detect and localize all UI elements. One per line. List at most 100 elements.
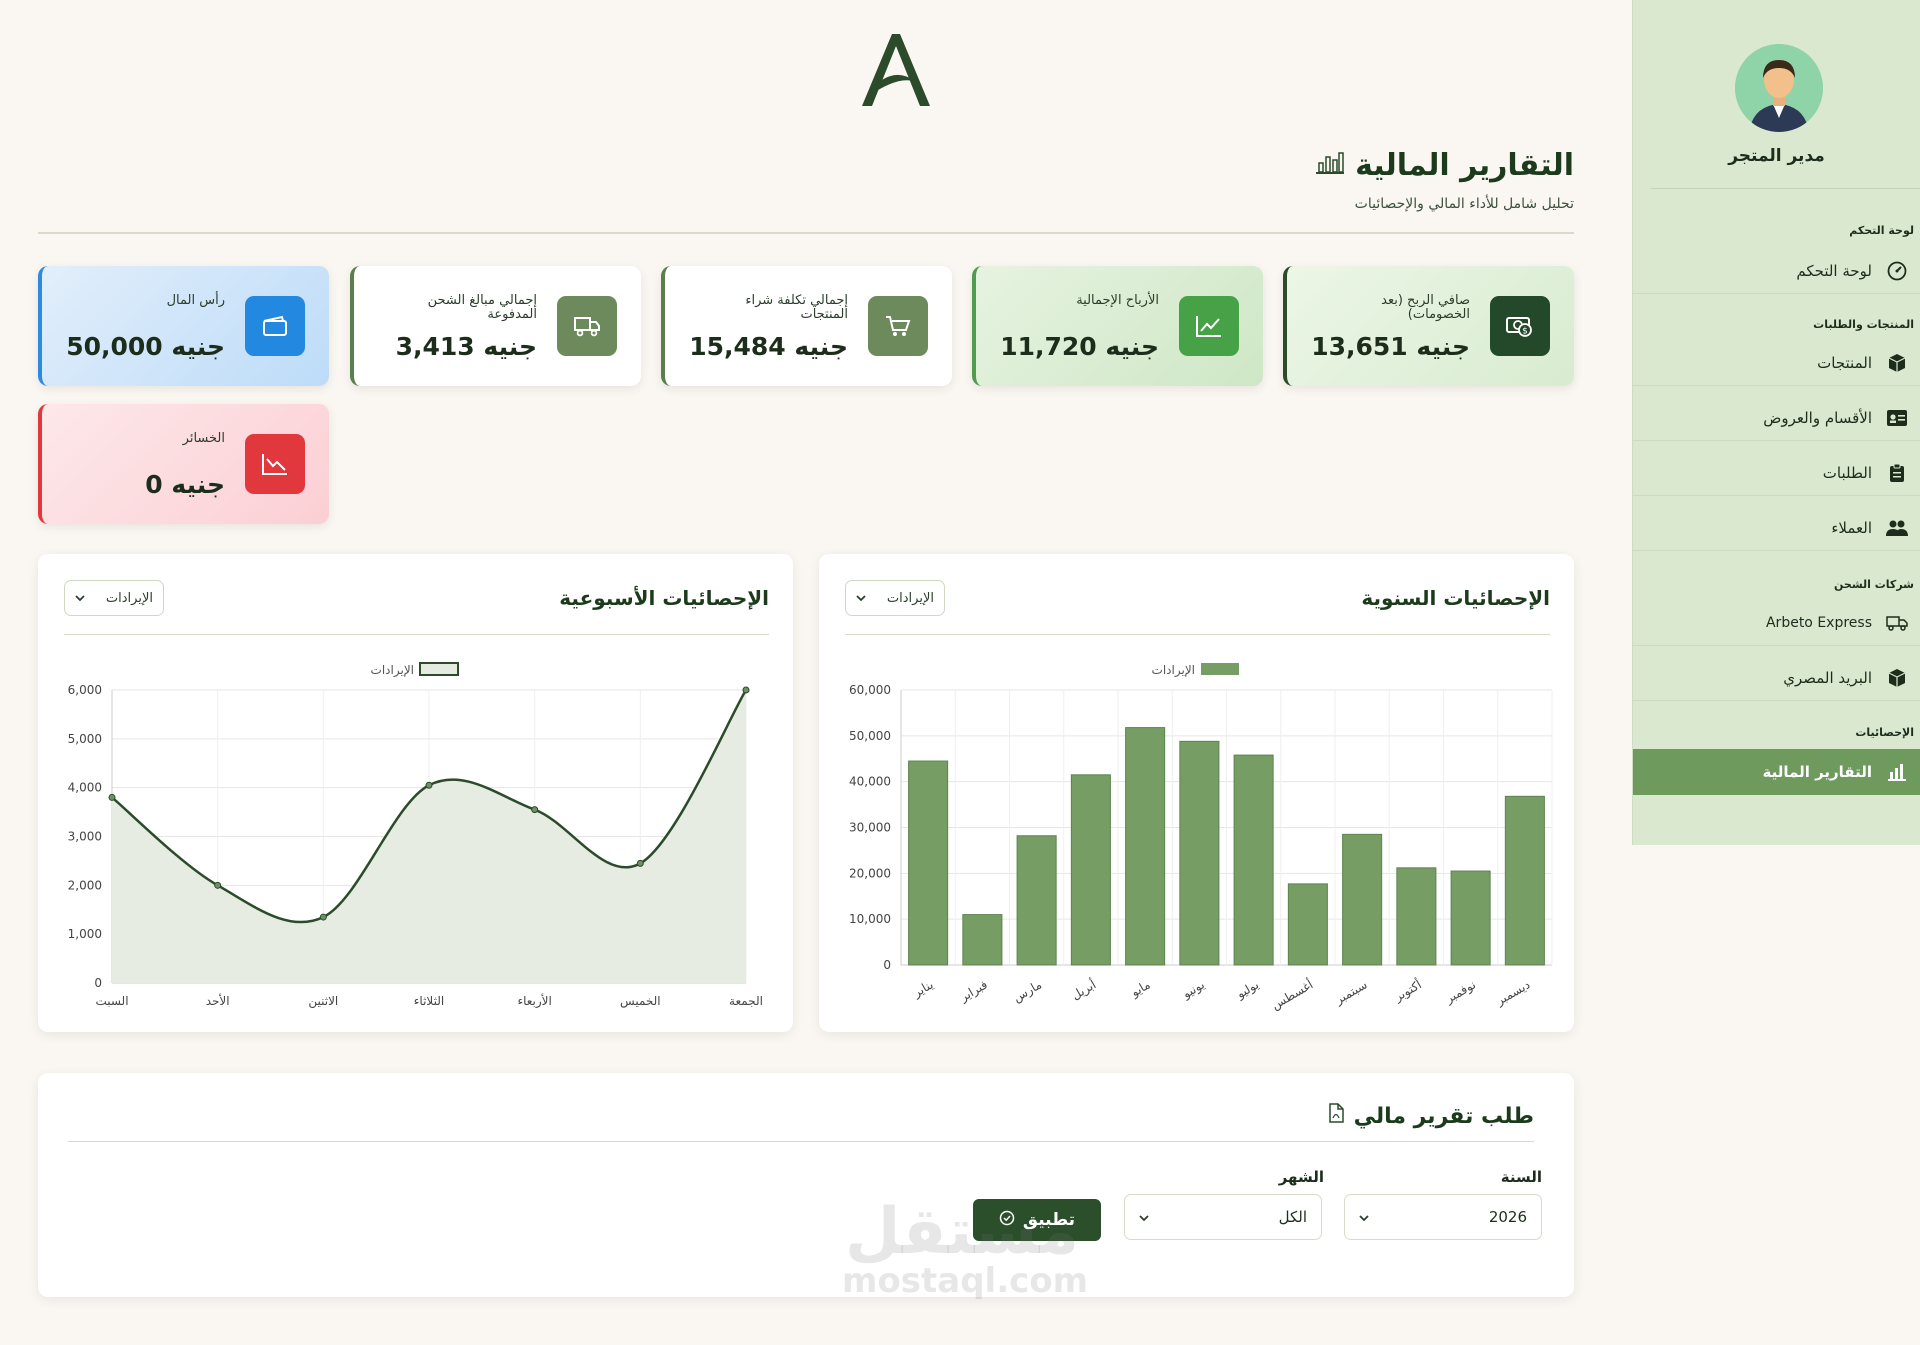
data-point-السبت bbox=[108, 793, 116, 801]
data-point-الخميس bbox=[636, 859, 644, 867]
legend-label: الإيرادات bbox=[1152, 663, 1195, 678]
sidebar-item-label: التقارير المالية bbox=[1762, 763, 1872, 781]
sidebar-item-products[interactable]: المنتجات bbox=[1633, 340, 1920, 386]
x-tick-label: الجمعة bbox=[729, 994, 763, 1008]
y-tick-label: 20,000 bbox=[849, 866, 891, 880]
y-tick-label: 6,000 bbox=[68, 683, 102, 697]
year-label: السنة bbox=[1500, 1168, 1542, 1186]
y-tick-label: 60,000 bbox=[849, 683, 891, 697]
bar-فبراير bbox=[962, 914, 1003, 966]
stat-card-net-profit: $ صافي الربح (بعد الخصومات) 13,651 جنيه bbox=[1283, 266, 1574, 386]
report-title-text: طلب تقرير مالي bbox=[1353, 1103, 1534, 1129]
data-point-الجمعة bbox=[742, 686, 750, 694]
chevron-down-icon bbox=[856, 591, 866, 606]
bar-يناير bbox=[908, 760, 949, 966]
data-point-الاثنين bbox=[319, 913, 327, 921]
cart-icon bbox=[868, 296, 928, 356]
chart-legend: الإيرادات bbox=[371, 662, 459, 678]
y-tick-label: 50,000 bbox=[849, 729, 891, 743]
sidebar-item-egypt-post[interactable]: البريد المصري bbox=[1633, 655, 1920, 701]
sidebar-item-label: المنتجات bbox=[1817, 353, 1872, 372]
stat-card-value: 50,000 جنيه bbox=[66, 332, 225, 361]
month-label: الشهر bbox=[1278, 1168, 1324, 1186]
legend-swatch bbox=[419, 662, 459, 676]
watermark: مستقل mostaql.com bbox=[842, 1200, 1089, 1301]
x-tick-label: فبراير bbox=[957, 977, 991, 1005]
stat-card-label: الخسائر bbox=[182, 431, 225, 446]
month-value: الكل bbox=[1278, 1208, 1307, 1226]
bar-أغسطس bbox=[1287, 883, 1328, 966]
user-avatar[interactable] bbox=[1735, 44, 1823, 132]
sidebar-item-label: الأقسام والعروض bbox=[1763, 408, 1872, 427]
bar-chart-icon bbox=[1315, 148, 1345, 183]
page-title: التقارير المالية bbox=[1315, 148, 1574, 183]
stat-card-label: إجمالي مبالغ الشحن المدفوعة bbox=[427, 293, 537, 322]
yearly-stats-panel: الإحصائيات السنوية الإيرادات 0 10,000 20,0… bbox=[819, 554, 1574, 1032]
data-point-الثلاثاء bbox=[425, 781, 433, 789]
x-tick-label: أكتوبر bbox=[1391, 977, 1425, 1006]
x-tick-label: ديسمبر bbox=[1493, 977, 1533, 1009]
weekly-area-chart: 0 1,000 2,000 3,000 4,000 5,000 6,000 السبت الأح… bbox=[68, 662, 763, 1009]
yearly-bar-chart: 0 10,000 20,000 30,000 40,000 50,000 60,000 ينا… bbox=[849, 663, 1553, 1014]
y-tick-label: 0 bbox=[94, 976, 102, 990]
stat-card-value: 11,720 جنيه bbox=[1000, 332, 1159, 361]
report-divider bbox=[68, 1141, 1534, 1142]
stat-card-capital: رأس المال 50,000 جنيه bbox=[38, 266, 329, 386]
stat-card-shipping-total: إجمالي مبالغ الشحن المدفوعة 3,413 جنيه bbox=[350, 266, 641, 386]
chevron-down-icon bbox=[75, 591, 85, 606]
clipboard-icon bbox=[1884, 460, 1910, 486]
x-tick-label: نوفمبر bbox=[1442, 977, 1478, 1007]
weekly-stats-panel: الإحصائيات الأسبوعية الإيرادات 0 1,000 2,0… bbox=[38, 554, 793, 1032]
weekly-metric-select[interactable]: الإيرادات bbox=[64, 580, 164, 616]
x-tick-label: سبتمبر bbox=[1332, 977, 1370, 1008]
gauge-icon bbox=[1884, 258, 1910, 284]
sidebar-section-products: المنتجات والطلبات bbox=[1813, 318, 1914, 331]
x-tick-label: أغسطس bbox=[1268, 977, 1315, 1014]
bar-سبتمبر bbox=[1342, 833, 1383, 966]
x-tick-label: مايو bbox=[1128, 977, 1153, 1000]
stat-card-gross-profit: الأرباح الإجمالية 11,720 جنيه bbox=[972, 266, 1263, 386]
page-subtitle: تحليل شامل للأداء المالي والإحصائيات bbox=[1354, 196, 1574, 212]
sidebar-item-label: لوحة التحكم bbox=[1796, 261, 1872, 280]
yearly-metric-select[interactable]: الإيرادات bbox=[845, 580, 945, 616]
sidebar-item-categories[interactable]: الأقسام والعروض bbox=[1633, 395, 1920, 441]
sidebar-item-financial-reports[interactable]: التقارير المالية bbox=[1633, 749, 1920, 795]
sidebar-item-label: البريد المصري bbox=[1783, 668, 1872, 687]
y-tick-label: 0 bbox=[883, 958, 891, 972]
sidebar-item-orders[interactable]: الطلبات bbox=[1633, 450, 1920, 496]
x-tick-label: يناير bbox=[910, 977, 936, 1001]
y-tick-label: 5,000 bbox=[68, 732, 102, 746]
sidebar-item-customers[interactable]: العملاء bbox=[1633, 505, 1920, 551]
stat-card-purchase-cost: إجمالي تكلفة شراء المنتجات 15,484 جنيه bbox=[661, 266, 952, 386]
money-icon: $ bbox=[1490, 296, 1550, 356]
truck-icon bbox=[1884, 610, 1910, 636]
sidebar-item-dashboard[interactable]: لوحة التحكم bbox=[1633, 248, 1920, 294]
svg-text:$: $ bbox=[1522, 327, 1528, 337]
bar-chart-icon bbox=[1884, 759, 1910, 785]
data-point-الأحد bbox=[214, 881, 222, 889]
sidebar-section-shipping: شركات الشحن bbox=[1834, 578, 1914, 591]
stat-card-value: 3,413 جنيه bbox=[395, 332, 537, 361]
bar-أكتوبر bbox=[1396, 867, 1437, 966]
month-select[interactable]: الكل bbox=[1124, 1194, 1322, 1240]
user-name: مدير المتجر bbox=[1728, 146, 1825, 166]
x-tick-label: مارس bbox=[1011, 977, 1045, 1005]
yearly-metric-value: الإيرادات bbox=[886, 590, 934, 606]
bar-يوليو bbox=[1233, 754, 1274, 966]
box-icon bbox=[1884, 350, 1910, 376]
stat-card-label: رأس المال bbox=[166, 293, 225, 308]
y-tick-label: 40,000 bbox=[849, 775, 891, 789]
weekly-metric-value: الإيرادات bbox=[105, 590, 153, 606]
x-tick-label: يونيو bbox=[1179, 977, 1207, 1002]
sidebar-item-arbeto-express[interactable]: Arbeto Express bbox=[1633, 600, 1920, 646]
watermark-latin: mostaql.com bbox=[842, 1261, 1089, 1301]
year-select[interactable]: 2026 bbox=[1344, 1194, 1542, 1240]
stat-card-losses: الخسائر 0 جنيه bbox=[38, 404, 329, 524]
stat-card-value: 13,651 جنيه bbox=[1311, 332, 1470, 361]
brand-logo[interactable] bbox=[858, 30, 934, 110]
users-icon bbox=[1884, 515, 1910, 541]
y-tick-label: 1,000 bbox=[68, 927, 102, 941]
report-request-panel: طلب تقرير مالي السنة 2026 الشهر الكل تطب… bbox=[38, 1073, 1574, 1297]
x-tick-label: أبريل bbox=[1069, 977, 1099, 1004]
box-icon bbox=[1884, 665, 1910, 691]
